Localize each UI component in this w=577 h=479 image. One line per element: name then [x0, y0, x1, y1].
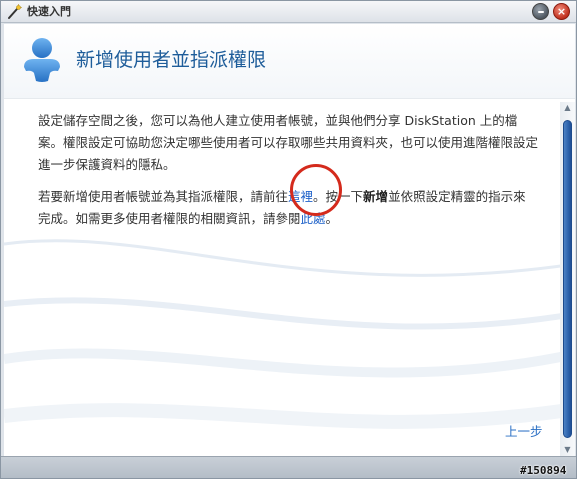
back-button[interactable]: 上一步 — [505, 421, 543, 440]
window-title: 快速入門 — [27, 5, 71, 18]
create-label: 新增 — [363, 189, 389, 204]
bottom-bar — [1, 456, 576, 478]
scrollbar[interactable]: ▲ ▼ — [560, 102, 575, 456]
title-bar[interactable]: 快速入門 × — [1, 1, 576, 23]
close-icon[interactable]: × — [553, 3, 570, 20]
minimize-icon[interactable] — [532, 3, 549, 20]
intro-paragraph: 設定儲存空間之後，您可以為他人建立使用者帳號，並與他們分享 DiskStatio… — [38, 113, 539, 172]
user-icon — [24, 38, 60, 82]
scroll-thumb[interactable] — [563, 120, 572, 438]
page-title: 新增使用者並指派權限 — [76, 49, 267, 71]
instructions-paragraph: 若要新增使用者帳號並為其指派權限，請前往這裡。按一下新增並依照設定精靈的指示來完… — [38, 186, 538, 230]
text-segment: 若要新增使用者帳號並為其指派權限，請前往 — [38, 189, 289, 204]
watermark: #150894 — [520, 464, 567, 477]
quick-start-window: 快速入門 × 新增使用者並指派權限 設定儲存空間之後，您可以為他人建立使用者帳號… — [0, 0, 577, 479]
annotation-circle — [290, 164, 342, 216]
wizard-content: 新增使用者並指派權限 設定儲存空間之後，您可以為他人建立使用者帳號，並與他們分享… — [4, 24, 575, 456]
magic-wand-icon — [8, 4, 22, 19]
wizard-header: 新增使用者並指派權限 — [4, 24, 575, 99]
scroll-down-icon[interactable]: ▼ — [560, 444, 575, 456]
scroll-up-icon[interactable]: ▲ — [560, 102, 575, 114]
